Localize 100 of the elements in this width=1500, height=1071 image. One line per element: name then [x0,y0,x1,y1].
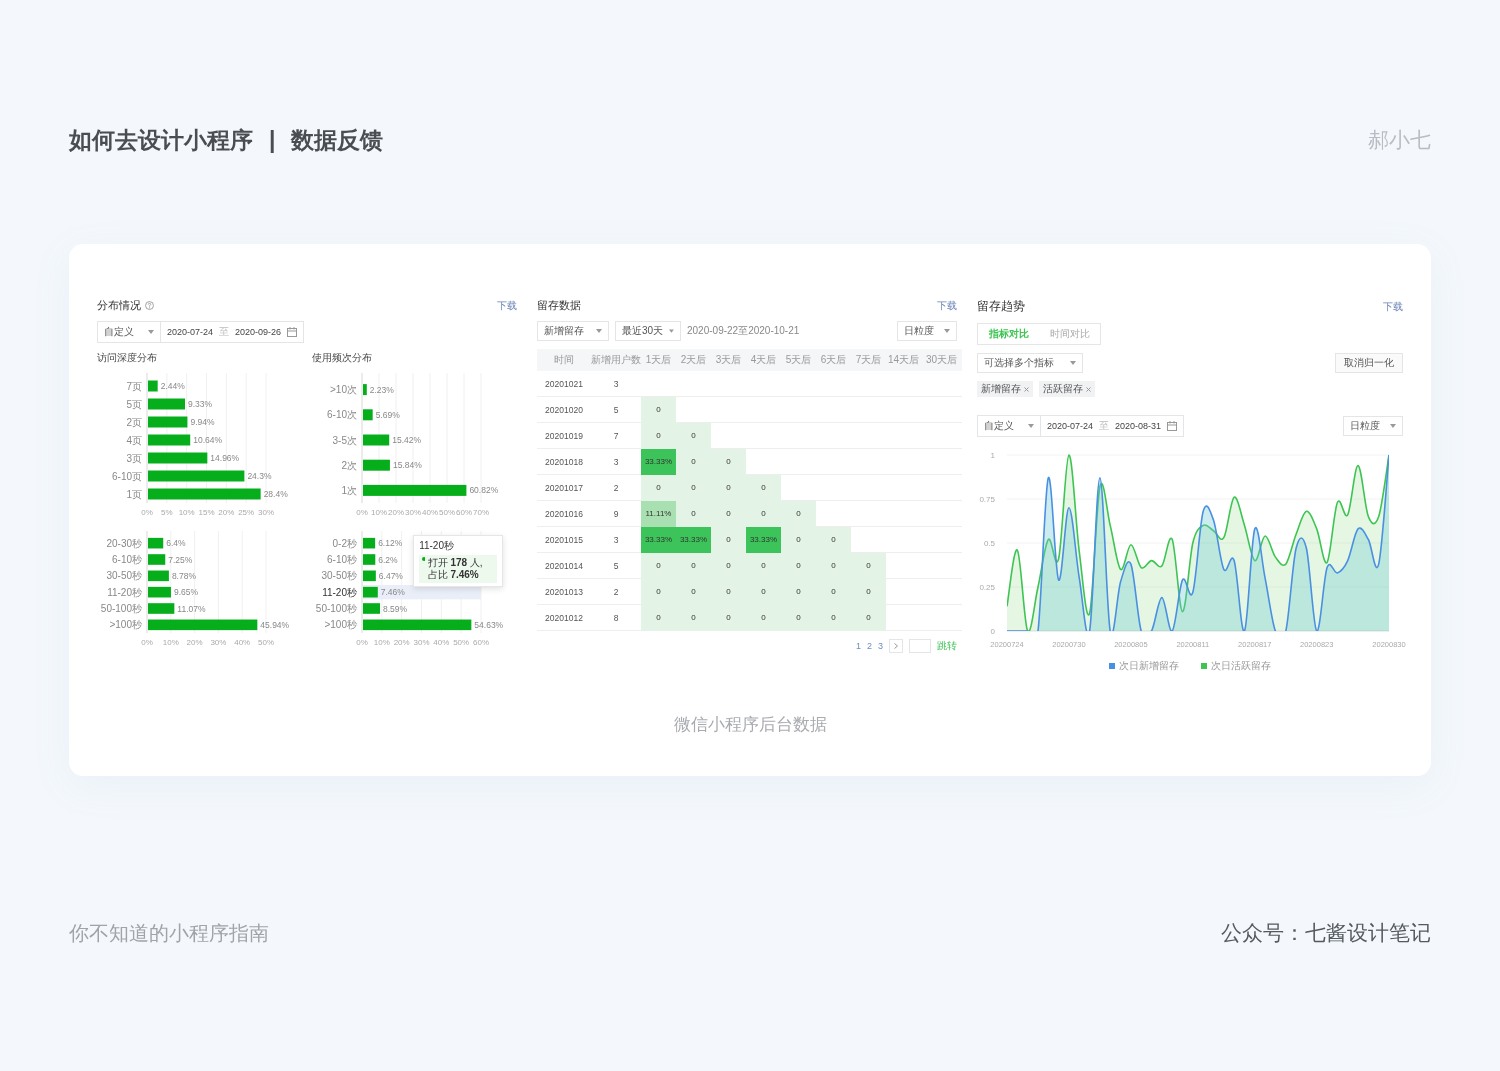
page-input-field[interactable] [909,639,931,653]
help-icon[interactable] [145,301,154,310]
retention-cell: 0 [711,474,746,501]
download-link[interactable]: 下载 [1383,299,1403,314]
page-link[interactable]: 2 [866,641,872,651]
next-page-button[interactable] [889,639,903,653]
column-header: 30天后 [921,349,962,371]
bar [148,586,171,598]
value-label: 9.65% [173,587,199,598]
retention-cell: 33.33% [641,448,676,475]
value-label: 6.47% [378,570,403,581]
end-date-field[interactable]: 2020-09-26 [235,327,282,337]
start-date-field[interactable]: 2020-07-24 [1047,421,1094,431]
table-cell: 20201021 [537,371,591,397]
author-name: 郝小七 [1368,127,1431,153]
retention-cell: 0 [781,526,816,553]
date-range-picker[interactable]: 自定义 2020-07-24 至 2020-09-26 [97,321,305,343]
column-header: 新增用户数 [591,349,641,371]
retention-cell: 0 [641,604,676,631]
date-range-picker[interactable]: 自定义 2020-07-24 至 2020-08-31 [977,415,1185,437]
caret-icon [944,329,950,333]
retention-cell: 33.33% [746,526,781,553]
download-link[interactable]: 下载 [937,298,957,313]
axis-tick-label: 50% [439,508,455,517]
retention-cell: 0 [816,604,851,631]
download-link[interactable]: 下载 [497,298,517,313]
value-label: 45.94% [260,619,290,630]
preset-select[interactable]: 自定义 [98,322,161,342]
calendar-icon[interactable] [287,327,298,337]
retention-cell: 0 [676,500,711,527]
legend-label: 次日新增留存 [1119,659,1179,673]
retention-cell: 0 [641,552,676,579]
axis-tick-label: 10% [178,508,195,517]
close-icon[interactable] [1086,386,1091,392]
granularity-select[interactable]: 日粒度 [897,321,957,341]
category-label: 3页 [126,452,142,464]
value-label: 54.63% [474,619,504,630]
column-header: 4天后 [746,349,781,371]
page-link[interactable]: 1 [855,641,861,651]
retention-cell: 0 [816,526,851,553]
category-label: 2次 [341,459,357,471]
bar [148,537,164,549]
axis-tick-label: 40% [433,638,450,647]
retention-cell: 0 [781,552,816,579]
calendar-icon[interactable] [1167,421,1178,431]
value-label: 2.44% [160,381,185,391]
axis-tick-label: 1 [990,451,995,460]
bar [363,554,376,565]
start-date-field[interactable]: 2020-07-24 [167,327,214,337]
retention-cell: 0 [641,474,676,501]
chart-subtitle: 使用频次分布 [312,351,373,365]
value-label: 10.64% [193,435,223,445]
page-subtitle: 数据反馈 [291,125,384,155]
column-header: 时间 [537,349,591,371]
category-label: 20-30秒 [106,537,142,549]
retention-cell: 0 [746,474,781,501]
axis-tick-label: 20% [388,508,404,517]
axis-tick-label: 30% [258,508,274,517]
retention-cell: 0 [711,604,746,631]
category-label: 0-2秒 [332,537,357,549]
column-header: 5天后 [781,349,816,371]
metric-select[interactable]: 可选择多个指标 [977,353,1083,373]
axis-tick-label: 70% [473,508,489,517]
chart-subtitle: 访问深度分布 [97,351,158,365]
axis-tick-label: 0.5 [983,539,995,548]
normalize-button[interactable]: 取消归一化 [1335,353,1403,373]
value-label: 6.4% [166,538,186,549]
axis-tick-label: 25% [238,508,255,517]
close-icon[interactable] [1024,386,1029,392]
filter-select[interactable]: 新增留存 [537,321,609,341]
column-header: 3天后 [711,349,746,371]
tooltip-text: 打开 178 人, 占比 7.46% [427,557,484,581]
metric-tag[interactable]: 活跃留存 [1039,381,1095,397]
filter-select[interactable]: 最近30天 [615,321,681,341]
granularity-select[interactable]: 日粒度 [1343,416,1403,436]
value-label: 7.46% [380,587,405,598]
chevron-icon [894,643,898,649]
bar [148,603,175,614]
bar [363,384,367,396]
value-label: 15.42% [392,435,422,445]
caption: 微信小程序后台数据 [672,714,828,736]
bar [363,570,376,582]
bar [148,380,158,392]
retention-cell: 0 [711,500,746,527]
value-label: 9.94% [190,417,215,427]
retention-cell: 0 [746,500,781,527]
category-label: 7页 [126,380,142,392]
category-label: >100秒 [324,619,357,631]
caret-icon [596,329,602,333]
table-cell: 20201018 [537,448,591,475]
category-label: 3-5次 [332,434,357,446]
preset-select[interactable]: 自定义 [978,416,1041,436]
page-link[interactable]: 3 [878,641,883,651]
axis-tick-label: 0.25 [979,583,995,592]
axis-tick-label: 20% [393,638,410,647]
retention-cell: 0 [676,474,711,501]
table-cell: 20201014 [537,552,591,579]
value-label: 24.3% [247,471,272,481]
metric-tag[interactable]: 新增留存 [977,381,1033,397]
end-date-field[interactable]: 2020-08-31 [1115,421,1162,431]
